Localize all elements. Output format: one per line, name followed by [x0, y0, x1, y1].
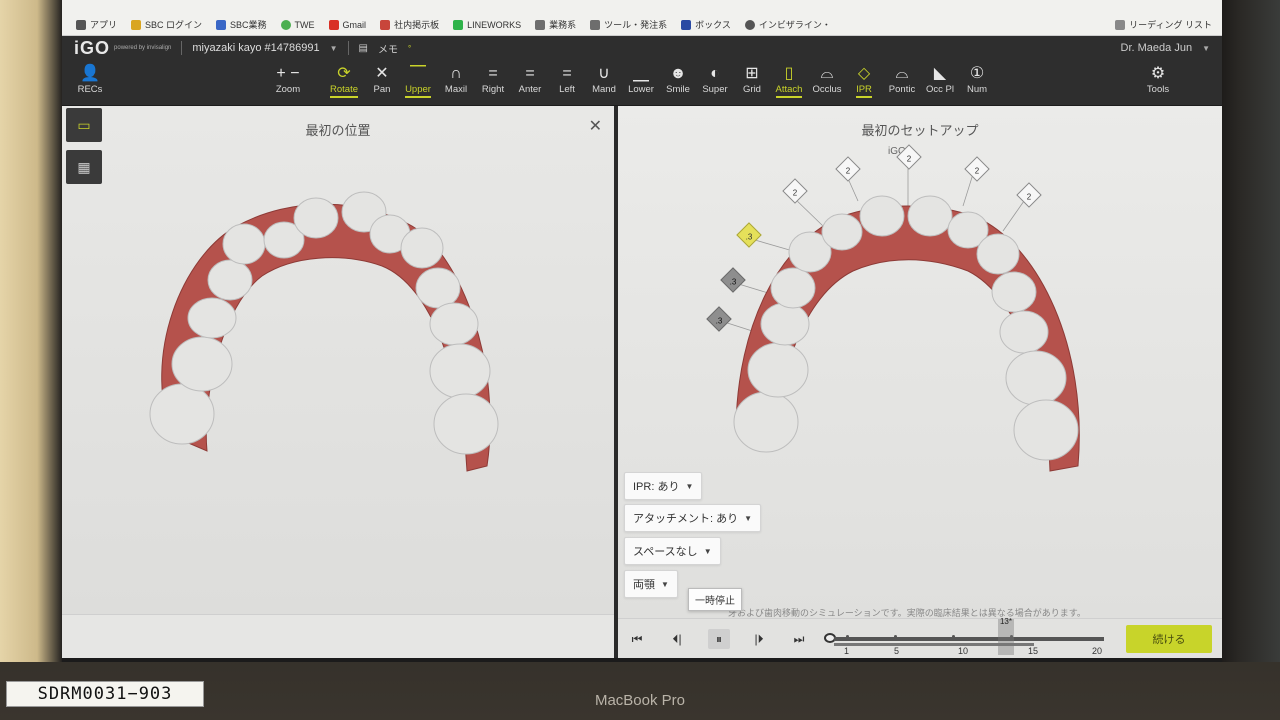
background-right	[1222, 0, 1280, 662]
chevron-down-icon: ▼	[685, 481, 694, 491]
bookmark-folder-tools[interactable]: ツール・発注系	[590, 18, 667, 31]
app-logo-sub: powered by invisalign	[114, 44, 172, 51]
recs-button[interactable]: 👤 RECs	[68, 64, 112, 95]
stage-timeline[interactable]: 13* 1 5 10 15 20	[824, 617, 1104, 656]
zoom-icon: + −	[276, 65, 300, 82]
screen: アプリ SBC ログイン SBC業務 TWE Gmail 社内掲示板 LINEW…	[62, 0, 1222, 662]
app-logo: iGO	[74, 37, 111, 58]
timeline-current-stage[interactable]: 13*	[998, 617, 1014, 655]
timeline-label: 15	[1028, 646, 1039, 656]
doctor-menu[interactable]: Dr. Maeda Jun	[1121, 42, 1193, 54]
num-button[interactable]: ① Num	[955, 64, 999, 95]
jaw-dropdown[interactable]: 両顎 ▼	[624, 570, 678, 598]
user-icon: 👤	[80, 65, 100, 82]
left-pane-footer	[62, 614, 614, 658]
timeline-tick	[894, 635, 897, 638]
apps-icon	[76, 19, 86, 30]
bookmark-bulletin[interactable]: 社内掲示板	[380, 18, 439, 31]
initial-position-pane[interactable]: ▭ ▦ 最初の位置 ✕	[62, 106, 614, 658]
globe-icon	[280, 19, 291, 30]
bookmark-box[interactable]: ボックス	[681, 18, 731, 31]
bookmark-lineworks[interactable]: LINEWORKS	[453, 19, 521, 30]
tools-button[interactable]: ⚙ Tools	[1136, 64, 1180, 95]
background-wall	[0, 0, 62, 662]
bulletin-icon	[380, 19, 391, 30]
bookmark-sbc-login[interactable]: SBC ログイン	[131, 18, 202, 31]
chevron-down-icon: ▼	[661, 579, 669, 589]
memo-button[interactable]: メモ	[378, 41, 398, 56]
last-stage-button[interactable]: ⏭	[788, 629, 810, 649]
star-icon	[131, 19, 142, 30]
timeline-label: 10	[958, 646, 969, 656]
chevron-down-icon: ▼	[329, 43, 338, 53]
chevron-down-icon: ▼	[744, 513, 753, 523]
gear-icon: ⚙	[1150, 65, 1166, 82]
laptop-brand: MacBook Pro	[594, 692, 686, 709]
reading-list-icon	[1115, 19, 1126, 30]
space-dropdown[interactable]: スペースなし ▼	[624, 537, 721, 565]
bookmark-twe[interactable]: TWE	[280, 19, 315, 30]
chevron-down-icon: ▼	[1202, 43, 1210, 53]
pause-button[interactable]: ⏸	[708, 629, 730, 649]
lineworks-icon	[453, 19, 464, 30]
folder-icon	[590, 19, 601, 30]
reading-list[interactable]: リーディング リスト	[1115, 18, 1212, 31]
attachment-dropdown[interactable]: アタッチメント: あり ▼	[624, 504, 762, 532]
memo-icon: ▤	[358, 42, 368, 54]
bookmarks-bar: アプリ SBC ログイン SBC業務 TWE Gmail 社内掲示板 LINEW…	[62, 0, 1222, 36]
app-header: iGO powered by invisalign miyazaki kayo …	[62, 36, 1222, 60]
bookmark-apps[interactable]: アプリ	[76, 18, 117, 31]
calendar-icon	[216, 19, 227, 30]
first-stage-button[interactable]: ⏮	[626, 629, 648, 649]
final-setup-pane[interactable]: 最初のセットアップ iGO 2 2 2 2 2 .3 .3 .3 IPR: あり…	[618, 106, 1222, 658]
invisalign-icon	[744, 19, 755, 30]
gmail-icon	[328, 19, 339, 30]
bookmark-gmail[interactable]: Gmail	[328, 19, 366, 30]
timeline-tick	[952, 635, 955, 638]
initial-arch-model	[149, 191, 499, 472]
timeline-label: 1	[844, 646, 850, 656]
timeline-label: 20	[1092, 646, 1103, 656]
playback-bar: ⏮ ⏴| ⏸ |⏵ ⏭ 13* 1 5 10 15 20 続ける	[618, 617, 1222, 658]
next-stage-button[interactable]: |⏵	[748, 629, 770, 649]
toolbar: 👤 RECs + − Zoom ⟳ Rotate ✕ Pan ⎺ Upper ∩…	[62, 60, 1222, 106]
folder-icon	[535, 19, 546, 30]
timeline-label: 5	[894, 646, 900, 656]
bookmark-sbc-work[interactable]: SBC業務	[216, 18, 267, 31]
chevron-down-icon: ▼	[703, 546, 712, 556]
timeline-tick	[846, 635, 849, 638]
memo-dot-icon: °	[407, 43, 412, 53]
box-icon	[681, 19, 692, 30]
timeline-track-upper	[834, 635, 1104, 641]
number-icon: ①	[969, 65, 985, 82]
bookmark-invisalign[interactable]: インビザライン・	[744, 18, 831, 31]
ipr-dropdown[interactable]: IPR: あり ▼	[624, 472, 703, 500]
bookmark-folder-work[interactable]: 業務系	[535, 18, 576, 31]
patient-selector[interactable]: miyazaki kayo #14786991	[192, 42, 319, 54]
pause-tooltip: 一時停止	[688, 588, 742, 611]
divider	[347, 41, 349, 55]
zoom-button[interactable]: + − Zoom	[266, 64, 310, 95]
divider	[181, 41, 183, 55]
prev-stage-button[interactable]: ⏴|	[666, 629, 688, 649]
continue-button[interactable]: 続ける	[1126, 625, 1212, 653]
